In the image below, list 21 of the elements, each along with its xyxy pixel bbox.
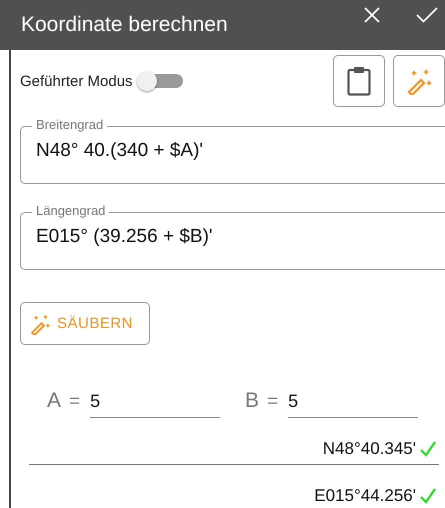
field-value: E015° (39.256 + $B)'	[36, 226, 214, 248]
magic-wand-icon	[29, 312, 51, 334]
window-title: Koordinate berechnen	[21, 13, 228, 37]
close-icon[interactable]	[363, 6, 381, 24]
equals-sign: =	[267, 391, 278, 413]
input-field[interactable]: 5	[288, 391, 418, 418]
variable-name: A	[47, 389, 62, 413]
clipboard-icon	[346, 66, 371, 96]
field-label: Längengrad	[32, 203, 110, 218]
magic-wand-icon	[404, 67, 433, 95]
field-value: N48° 40.(340 + $A)'	[36, 140, 204, 162]
result-coordinate: E015°44.256'	[314, 486, 416, 506]
input-field[interactable]: 5	[90, 391, 220, 418]
guided-mode-label: Geführter Modus	[20, 72, 133, 90]
field-label: Breitengrad	[32, 117, 108, 132]
magic-wand-button[interactable]	[392, 55, 445, 107]
equals-sign: =	[69, 391, 80, 413]
checkmark-icon[interactable]	[416, 6, 438, 24]
variable-name: B	[245, 389, 260, 413]
result-coordinate: N48°40.345'	[322, 439, 416, 459]
clipboard-button[interactable]	[332, 55, 385, 107]
